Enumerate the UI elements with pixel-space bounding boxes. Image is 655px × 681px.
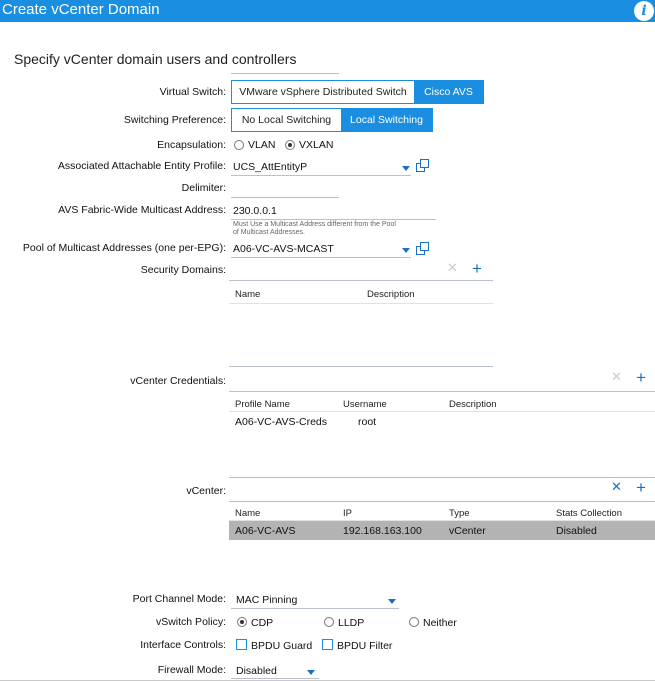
vswitch-policy-cdp-label: CDP — [251, 617, 274, 629]
info-icon[interactable]: i — [634, 1, 654, 21]
vswitch-policy-lldp-label: LLDP — [338, 617, 365, 629]
credentials-cell-profile-name: A06-VC-AVS-Creds — [235, 416, 327, 428]
vswitch-policy-label: vSwitch Policy: — [155, 616, 226, 628]
credentials-cell-username: root — [358, 416, 377, 428]
vcenter-cell-type: vCenter — [449, 525, 486, 537]
security-domains-table-top — [229, 280, 493, 281]
bpdu-guard-label: BPDU Guard — [251, 640, 313, 652]
encapsulation-vlan-label: VLAN — [248, 139, 276, 151]
switching-preference-label: Switching Preference: — [123, 114, 226, 126]
vcenter-credentials-label: vCenter Credentials: — [130, 375, 226, 387]
multicast-pool-label: Pool of Multicast Addresses (one per-EPG… — [22, 242, 226, 254]
dialog-title: Create vCenter Domain — [2, 1, 160, 18]
close-icon[interactable]: ✕ — [611, 370, 622, 383]
column-header-name[interactable]: Name — [235, 508, 260, 519]
create-aaep-icon[interactable] — [416, 159, 430, 173]
credentials-table-bottom — [229, 477, 655, 478]
bpdu-filter-label: BPDU Filter — [337, 640, 393, 652]
column-header-username[interactable]: Username — [343, 399, 387, 410]
delimiter-label: Delimiter: — [181, 182, 226, 194]
column-header-ip[interactable]: IP — [343, 508, 352, 519]
port-channel-underline — [231, 608, 399, 609]
table-row[interactable]: A06-VC-AVS-Creds root — [229, 412, 655, 430]
add-icon[interactable]: + — [636, 369, 646, 386]
security-domains-label: Security Domains: — [140, 264, 226, 276]
switching-option-local[interactable]: Local Switching — [341, 109, 432, 131]
port-channel-mode-label: Port Channel Mode: — [132, 593, 226, 605]
chevron-down-icon[interactable] — [388, 599, 396, 604]
add-icon[interactable]: + — [636, 479, 646, 496]
encapsulation-vxlan-label: VXLAN — [299, 139, 334, 151]
encapsulation-label: Encapsulation: — [157, 139, 226, 151]
multicast-pool-underline — [231, 257, 411, 258]
multicast-hint-line1: Must Use a Multicast Address different f… — [233, 221, 396, 228]
vcenter-cell-stats: Disabled — [556, 525, 597, 537]
divider-line — [231, 73, 339, 74]
bpdu-guard-checkbox[interactable] — [236, 639, 247, 650]
dialog-title-bar: Create vCenter Domain i — [0, 0, 655, 22]
bpdu-filter-checkbox[interactable] — [322, 639, 333, 650]
virtual-switch-option-avs[interactable]: Cisco AVS — [414, 81, 483, 103]
credentials-table-top — [229, 391, 655, 392]
firewall-mode-select[interactable]: Disabled — [236, 665, 277, 677]
close-icon[interactable]: ✕ — [611, 480, 622, 493]
close-icon[interactable]: ✕ — [447, 261, 458, 274]
table-row[interactable]: A06-VC-AVS 192.168.163.100 vCenter Disab… — [229, 521, 655, 540]
switching-preference-toggle: No Local Switching Local Switching — [231, 108, 433, 132]
aaep-select[interactable]: UCS_AttEntityP — [233, 161, 307, 173]
page-subtitle: Specify vCenter domain users and control… — [14, 51, 297, 67]
switching-option-no-local[interactable]: No Local Switching — [232, 109, 341, 131]
vcenter-cell-ip: 192.168.163.100 — [343, 525, 422, 537]
vswitch-policy-neither-radio[interactable] — [409, 617, 419, 627]
vswitch-policy-cdp-radio[interactable] — [237, 617, 247, 627]
port-channel-mode-select[interactable]: MAC Pinning — [236, 594, 297, 606]
vswitch-policy-neither-label: Neither — [423, 617, 457, 629]
column-header-stats-collection[interactable]: Stats Collection — [556, 508, 622, 519]
chevron-down-icon[interactable] — [402, 248, 410, 253]
multicast-pool-select[interactable]: A06-VC-AVS-MCAST — [233, 243, 334, 255]
virtual-switch-toggle: VMware vSphere Distributed Switch Cisco … — [231, 80, 484, 104]
vcenter-table-top — [229, 501, 655, 502]
column-header-profile-name[interactable]: Profile Name — [235, 399, 290, 410]
vcenter-label: vCenter: — [186, 485, 226, 497]
security-domains-table-bottom — [229, 366, 493, 367]
interface-controls-label: Interface Controls: — [140, 639, 226, 651]
vswitch-policy-lldp-radio[interactable] — [324, 617, 334, 627]
virtual-switch-label: Virtual Switch: — [159, 86, 226, 98]
column-header-type[interactable]: Type — [449, 508, 470, 519]
virtual-switch-option-vds[interactable]: VMware vSphere Distributed Switch — [232, 81, 414, 103]
multicast-address-label: AVS Fabric-Wide Multicast Address: — [58, 204, 226, 216]
delimiter-underline — [231, 197, 339, 198]
chevron-down-icon[interactable] — [307, 670, 315, 675]
multicast-address-underline — [231, 219, 436, 220]
chevron-down-icon[interactable] — [402, 166, 410, 171]
security-domains-header-divider — [229, 303, 493, 304]
aaep-label: Associated Attachable Entity Profile: — [57, 160, 226, 172]
column-header-description[interactable]: Description — [367, 289, 415, 300]
column-header-description[interactable]: Description — [449, 399, 497, 410]
firewall-mode-label: Firewall Mode: — [157, 664, 226, 676]
firewall-mode-underline — [231, 678, 319, 679]
encapsulation-vlan-radio[interactable] — [234, 140, 244, 150]
column-header-name[interactable]: Name — [235, 289, 260, 300]
encapsulation-vxlan-radio[interactable] — [285, 140, 295, 150]
vcenter-cell-name: A06-VC-AVS — [235, 525, 296, 537]
add-icon[interactable]: + — [472, 260, 482, 277]
aaep-underline — [231, 175, 411, 176]
multicast-address-input[interactable]: 230.0.0.1 — [233, 205, 277, 217]
create-multicast-pool-icon[interactable] — [416, 242, 430, 256]
multicast-hint-line2: of Multicast Addresses. — [233, 229, 305, 236]
